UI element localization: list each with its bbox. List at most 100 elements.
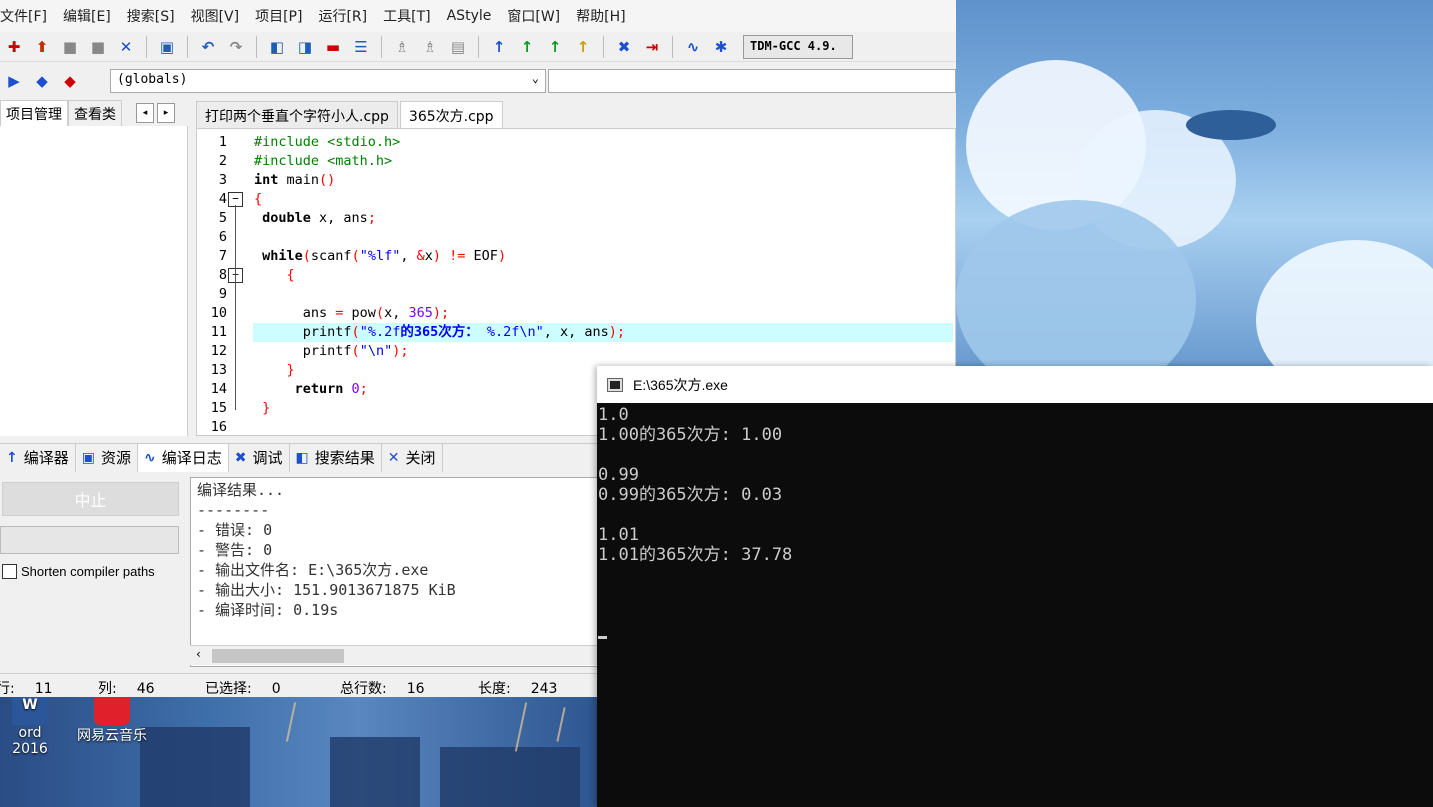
run-icon[interactable]: ↑ — [516, 36, 538, 58]
compile-progress-bar — [0, 526, 179, 554]
code-line: 6 — [197, 228, 955, 247]
toolbar-separator — [478, 35, 479, 58]
redo-icon[interactable]: ↷ — [225, 36, 247, 58]
print-icon[interactable]: ▣ — [156, 36, 178, 58]
project-options-icon[interactable]: ♗ — [419, 36, 441, 58]
status-length: 长度: 243 — [478, 678, 557, 697]
profile-icon[interactable]: ∿ — [682, 36, 704, 58]
log-horizontal-scrollbar[interactable]: ‹ — [190, 645, 600, 665]
toolbar-separator — [672, 35, 673, 58]
console-titlebar[interactable]: E:\365次方.exe — [597, 366, 1433, 403]
replace-icon[interactable]: ◨ — [294, 36, 316, 58]
open-file-icon[interactable]: ⬆ — [31, 36, 53, 58]
code-text: { — [254, 191, 263, 207]
tab-file-365[interactable]: 365次方.cpp — [399, 101, 503, 128]
tab-debug[interactable]: ✖ 调试 — [228, 443, 290, 472]
compile-log-output[interactable]: 编译结果... -------- - 错误: 0 - 警告: 0 - 输出文件名… — [190, 477, 600, 667]
tab-compiler[interactable]: ↑ 编译器 — [0, 443, 76, 472]
project-tree[interactable] — [0, 126, 188, 436]
stop-button[interactable]: 中止 — [2, 482, 179, 516]
code-line: 5 double x, ans; — [197, 209, 955, 228]
tab-compile-log[interactable]: ∿ 编译日志 — [138, 443, 229, 472]
toggle-bookmark-icon[interactable]: ◆ — [59, 70, 81, 92]
log-line: - 编译时间: 0.19s — [197, 601, 339, 619]
status-col: 列: 46 — [98, 678, 155, 697]
menu-project[interactable]: 项目[P] — [255, 6, 310, 26]
console-line: 0.99 — [598, 465, 639, 485]
shorten-compiler-paths-checkbox[interactable]: Shorten compiler paths — [2, 564, 155, 579]
menu-file[interactable]: 文件[F] — [0, 6, 55, 26]
tab-label: 资源 — [100, 449, 131, 467]
code-line: 4−{ — [197, 190, 955, 209]
menu-tools[interactable]: 工具[T] — [383, 6, 438, 26]
status-row: 行: 11 — [0, 678, 53, 697]
tab-resources[interactable]: ▣ 资源 — [75, 443, 138, 472]
save-all-icon[interactable]: ■ — [87, 36, 109, 58]
keyword: return — [254, 381, 344, 397]
resources-icon: ▣ — [81, 449, 95, 466]
identifier: printf — [254, 324, 352, 340]
console-window[interactable]: E:\365次方.exe 1.0 1.00的365次方: 1.00 0.99 0… — [597, 366, 1433, 807]
desktop-icon-netease-music[interactable]: 网易云音乐 — [72, 697, 152, 745]
menu-view[interactable]: 视图[V] — [191, 6, 248, 26]
insert-icon[interactable]: ◆ — [31, 70, 53, 92]
code-line: 10 ans = pow(x, 365); — [197, 304, 955, 323]
goto-line-icon[interactable]: ▬ — [322, 36, 344, 58]
string: "%lf" — [359, 248, 401, 264]
line-number: 12 — [210, 343, 227, 359]
scope-combo[interactable]: (globals) ⌄ — [110, 69, 546, 93]
tab-scroll-right-icon[interactable]: ▸ — [157, 103, 175, 123]
compiler-select[interactable]: TDM-GCC 4.9. — [743, 34, 853, 59]
desktop-icon-label: ord 2016 — [12, 725, 48, 757]
tab-project[interactable]: 项目管理 — [0, 100, 68, 126]
line-number: 11 — [210, 324, 227, 340]
menu-window[interactable]: 窗口[W] — [507, 6, 568, 26]
line-number: 5 — [218, 210, 227, 226]
find-icon[interactable]: ◧ — [266, 36, 288, 58]
desktop-wallpaper-bottom: W ord 2016 网易云音乐 — [0, 697, 597, 807]
status-label: 列: — [98, 681, 117, 697]
scrollbar-thumb[interactable] — [212, 649, 344, 663]
console-line: 1.01的365次方: 37.78 — [598, 545, 793, 565]
toolbar-separator — [146, 35, 147, 58]
console-output[interactable]: 1.0 1.00的365次方: 1.00 0.99 0.99的365次方: 0.… — [597, 403, 1433, 807]
code-text: #include <math.h> — [254, 153, 393, 169]
code-text: printf("%.2f的365次方： %.2f\n", x, ans); — [253, 323, 953, 342]
tab-scroll-left-icon[interactable]: ◂ — [136, 103, 154, 123]
identifier: EOF — [473, 248, 498, 264]
compile-run-icon[interactable]: ↑ — [544, 36, 566, 58]
cloud-shape — [1256, 240, 1433, 366]
line-number: 8 — [218, 267, 227, 283]
tab-close[interactable]: ✕ 关闭 — [381, 443, 443, 472]
left-panel-tabs: 项目管理 查看类 ◂ ▸ — [0, 100, 190, 126]
new-project-icon[interactable]: ♗ — [391, 36, 413, 58]
stop-execution-icon[interactable]: ⇥ — [641, 36, 663, 58]
line-number: 1 — [218, 134, 227, 150]
desktop-icon-word[interactable]: W ord 2016 — [0, 697, 60, 757]
tab-file-print[interactable]: 打印两个垂直个字符小人.cpp — [196, 101, 398, 128]
close-file-icon[interactable]: ✕ — [115, 36, 137, 58]
identifier: x, — [384, 305, 409, 321]
menu-run[interactable]: 运行[R] — [318, 6, 375, 26]
tab-search-results[interactable]: ◧ 搜索结果 — [289, 443, 382, 472]
dev-icon[interactable]: ▤ — [447, 36, 469, 58]
checkbox-box[interactable] — [2, 564, 17, 579]
profile-analysis-icon[interactable]: ✱ — [710, 36, 732, 58]
compile-icon[interactable]: ↑ — [488, 36, 510, 58]
new-file-icon[interactable]: ✚ — [3, 36, 25, 58]
bookmark-icon[interactable]: ☰ — [350, 36, 372, 58]
menu-edit[interactable]: 编辑[E] — [63, 6, 119, 26]
console-line: 0.99的365次方: 0.03 — [598, 485, 783, 505]
tab-classes[interactable]: 查看类 — [68, 100, 122, 126]
save-icon[interactable]: ■ — [59, 36, 81, 58]
forward-icon[interactable]: ▶ — [3, 70, 25, 92]
scroll-left-icon[interactable]: ‹ — [196, 647, 201, 661]
symbol: ) — [497, 248, 507, 264]
member-combo[interactable] — [548, 69, 956, 93]
menu-search[interactable]: 搜索[S] — [127, 6, 183, 26]
debug-icon[interactable]: ✖ — [613, 36, 635, 58]
rebuild-icon[interactable]: ↑ — [572, 36, 594, 58]
undo-icon[interactable]: ↶ — [197, 36, 219, 58]
menu-astyle[interactable]: AStyle — [447, 8, 500, 24]
menu-help[interactable]: 帮助[H] — [576, 6, 633, 26]
